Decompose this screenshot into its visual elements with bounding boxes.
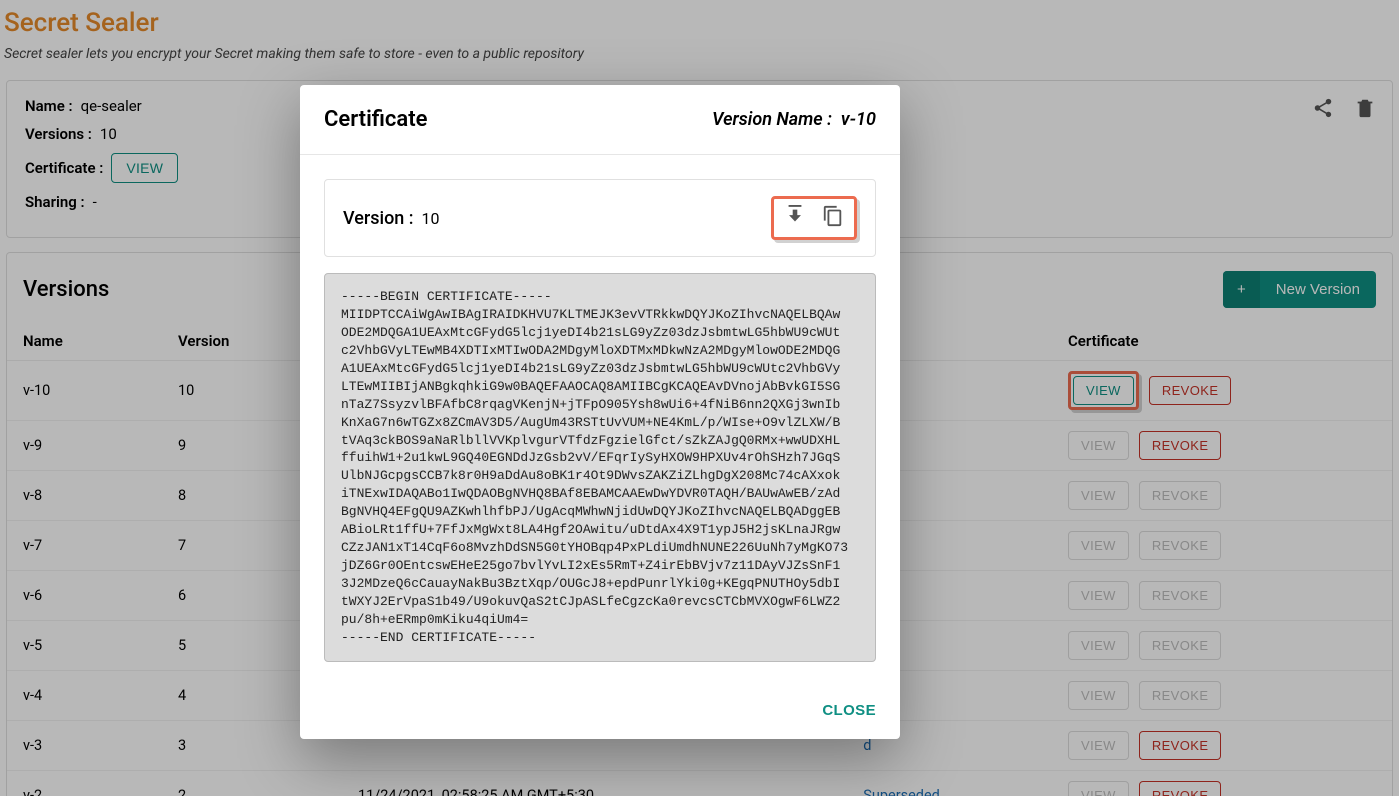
dialog-title: Certificate [324,107,427,132]
dialog-version-label: Version : [343,208,414,229]
download-icon[interactable] [776,201,814,235]
dialog-vname-value: v-10 [841,109,876,130]
dialog-action-highlight [771,196,857,240]
close-button[interactable]: CLOSE [822,702,876,719]
dialog-version-bar: Version : 10 [324,179,876,257]
dialog-version-value: 10 [422,209,440,228]
dialog-version-name: Version Name : v-10 [712,109,876,130]
certificate-dialog: Certificate Version Name : v-10 Version … [300,85,900,739]
dialog-vname-label: Version Name : [712,109,832,130]
certificate-text[interactable]: -----BEGIN CERTIFICATE----- MIIDPTCCAiWg… [324,273,876,662]
copy-icon[interactable] [814,201,852,235]
